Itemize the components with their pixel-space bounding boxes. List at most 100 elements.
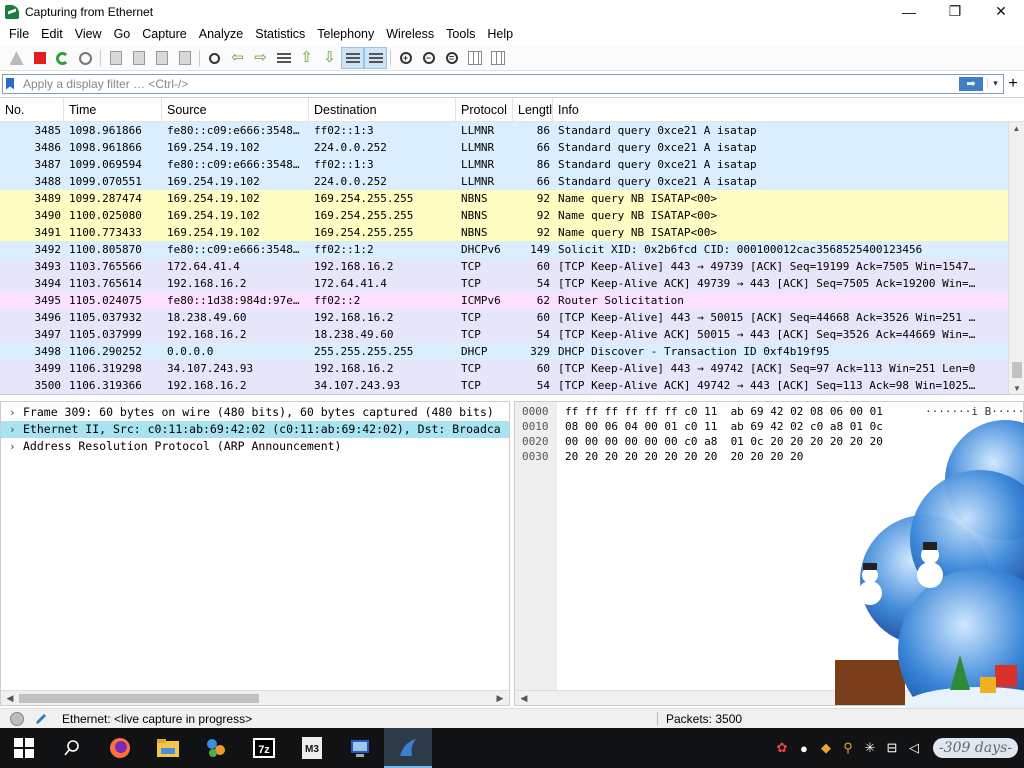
menu-analyze[interactable]: Analyze (193, 24, 249, 44)
find-packet-button[interactable] (203, 47, 226, 69)
scroll-down-icon[interactable]: ▼ (1009, 382, 1024, 394)
close-button[interactable]: ✕ (978, 0, 1024, 23)
packet-row[interactable]: 3500 1106.319366 192.168.16.2 34.107.243.93… (0, 377, 1024, 394)
capture-status-icon[interactable] (10, 711, 24, 726)
packet-row[interactable]: 3491 1100.773433 169.254.19.102 169.254.255… (0, 224, 1024, 241)
taskbar-firefox[interactable] (96, 728, 144, 768)
tray-network-icon[interactable]: ⊟ (881, 728, 903, 768)
tray-app-icon[interactable]: ✿ (771, 728, 793, 768)
scroll-left-icon[interactable]: ◀ (517, 691, 531, 705)
go-last-button[interactable]: ⇩ (318, 47, 341, 69)
menu-telephony[interactable]: Telephony (311, 24, 380, 44)
column-header-length[interactable]: Lengtl (513, 98, 553, 121)
packet-row[interactable]: 3490 1100.025080 169.254.19.102 169.254.255… (0, 207, 1024, 224)
taskbar-7zip[interactable]: 7z (240, 728, 288, 768)
apply-filter-button[interactable]: ➡ (959, 76, 983, 91)
display-filter-input[interactable] (17, 74, 959, 93)
packet-row[interactable]: 3494 1103.765614 192.168.16.2 172.64.41.4 TC… (0, 275, 1024, 292)
byte-row[interactable]: 0030 20 20 20 20 20 20 20 20 20 20 20 20 (515, 449, 1023, 464)
byte-row[interactable]: 0000 ff ff ff ff ff ff c0 11 ab 69 42 02 … (515, 404, 1023, 419)
packet-row[interactable]: 3496 1105.037932 18.238.49.60 192.168.16.2 T… (0, 309, 1024, 326)
byte-row[interactable]: 0020 00 00 00 00 00 00 c0 a8 01 0c 20 20 … (515, 434, 1023, 449)
packet-row[interactable]: 3489 1099.287474 169.254.19.102 169.254.255… (0, 190, 1024, 207)
filter-bookmark-button[interactable] (3, 76, 17, 92)
menu-capture[interactable]: Capture (136, 24, 192, 44)
packet-row[interactable]: 3499 1106.319298 34.107.243.93 192.168.16.2… (0, 360, 1024, 377)
scrollbar-thumb[interactable] (19, 694, 259, 703)
filter-dropdown-button[interactable]: ▾ (987, 78, 1003, 89)
add-filter-button[interactable]: + (1004, 75, 1022, 93)
packet-row[interactable]: 3487 1099.069594 fe80::c09:e666:3548… ff02:… (0, 156, 1024, 173)
search-button[interactable] (48, 728, 96, 768)
tray-drop-icon[interactable]: ● (793, 728, 815, 768)
save-file-button[interactable] (127, 47, 150, 69)
packet-row[interactable]: 3492 1100.805870 fe80::c09:e666:3548… ff02:… (0, 241, 1024, 258)
menu-statistics[interactable]: Statistics (249, 24, 311, 44)
zoom-in-button[interactable]: + (394, 47, 417, 69)
menu-wireless[interactable]: Wireless (380, 24, 440, 44)
tray-shield-icon[interactable]: ◆ (815, 728, 837, 768)
bytes-horizontal-scrollbar[interactable]: ◀ (515, 690, 1023, 705)
scroll-left-icon[interactable]: ◀ (3, 691, 17, 705)
capture-options-button[interactable] (74, 47, 97, 69)
packet-row[interactable]: 3495 1105.024075 fe80::1d38:984d:97e… ff02:… (0, 292, 1024, 309)
expand-chevron-icon[interactable]: › (9, 421, 23, 438)
minimize-button[interactable]: — (886, 0, 932, 23)
menu-edit[interactable]: Edit (35, 24, 69, 44)
start-button[interactable] (0, 728, 48, 768)
menu-help[interactable]: Help (481, 24, 519, 44)
resize-columns-button[interactable] (463, 47, 486, 69)
packet-row[interactable]: 3486 1098.961866 169.254.19.102 224.0.0.252… (0, 139, 1024, 156)
tray-volume-icon[interactable]: ◁ (903, 728, 925, 768)
taskbar-wireshark[interactable] (384, 728, 432, 768)
byte-row[interactable]: 0010 08 00 06 04 00 01 c0 11 ab 69 42 02 … (515, 419, 1023, 434)
scroll-right-icon[interactable]: ▶ (493, 691, 507, 705)
zoom-normal-button[interactable]: = (440, 47, 463, 69)
detail-tree-item[interactable]: › Address Resolution Protocol (ARP Announ… (1, 438, 509, 455)
details-horizontal-scrollbar[interactable]: ◀ ▶ (1, 690, 509, 705)
maximize-button[interactable]: ❐ (932, 0, 978, 23)
column-header-protocol[interactable]: Protocol (456, 98, 513, 121)
packet-bytes-pane[interactable]: 0000 ff ff ff ff ff ff c0 11 ab 69 42 02 … (514, 401, 1024, 706)
tray-search-icon[interactable]: ⚲ (837, 728, 859, 768)
go-first-button[interactable]: ⇧ (295, 47, 318, 69)
column-header-time[interactable]: Time (64, 98, 162, 121)
zoom-out-button[interactable]: − (417, 47, 440, 69)
taskbar-file-explorer[interactable] (144, 728, 192, 768)
column-header-source[interactable]: Source (162, 98, 309, 121)
restart-capture-button[interactable] (51, 47, 74, 69)
open-file-button[interactable] (104, 47, 127, 69)
reload-file-button[interactable] (173, 47, 196, 69)
go-to-packet-button[interactable] (272, 47, 295, 69)
packet-details-pane[interactable]: › Frame 309: 60 bytes on wire (480 bits),… (0, 401, 510, 706)
scroll-up-icon[interactable]: ▲ (1009, 122, 1024, 136)
packet-row[interactable]: 3498 1106.290252 0.0.0.0 255.255.255.255 DHC… (0, 343, 1024, 360)
column-header-info[interactable]: Info (553, 98, 1024, 121)
autoscroll-button[interactable] (341, 47, 364, 69)
go-back-button[interactable]: ⇦ (226, 47, 249, 69)
scrollbar-thumb[interactable] (1012, 362, 1022, 378)
layout-button[interactable] (486, 47, 509, 69)
expand-chevron-icon[interactable]: › (9, 438, 23, 455)
menu-view[interactable]: View (69, 24, 108, 44)
packet-list-scrollbar[interactable]: ▲ ▼ (1008, 122, 1024, 394)
packet-row[interactable]: 3488 1099.070551 169.254.19.102 224.0.0.252… (0, 173, 1024, 190)
stop-capture-button[interactable] (28, 47, 51, 69)
close-file-button[interactable] (150, 47, 173, 69)
packet-list[interactable]: No. Time Source Destination Protocol Len… (0, 97, 1024, 395)
menu-file[interactable]: File (3, 24, 35, 44)
tray-sparkle-icon[interactable]: ✳ (859, 728, 881, 768)
menu-go[interactable]: Go (108, 24, 137, 44)
packet-row[interactable]: 3497 1105.037999 192.168.16.2 18.238.49.60 T… (0, 326, 1024, 343)
taskbar-mp3-app[interactable]: M3 (288, 728, 336, 768)
taskbar-network-monitor[interactable] (336, 728, 384, 768)
colorize-button[interactable] (364, 47, 387, 69)
edit-comment-icon[interactable] (34, 712, 48, 726)
go-forward-button[interactable]: ⇨ (249, 47, 272, 69)
start-capture-button[interactable] (5, 47, 28, 69)
menu-tools[interactable]: Tools (440, 24, 481, 44)
detail-tree-item[interactable]: › Frame 309: 60 bytes on wire (480 bits),… (1, 404, 509, 421)
column-header-no[interactable]: No. (0, 98, 64, 121)
packet-row[interactable]: 3493 1103.765566 172.64.41.4 192.168.16.2 TC… (0, 258, 1024, 275)
expand-chevron-icon[interactable]: › (9, 404, 23, 421)
